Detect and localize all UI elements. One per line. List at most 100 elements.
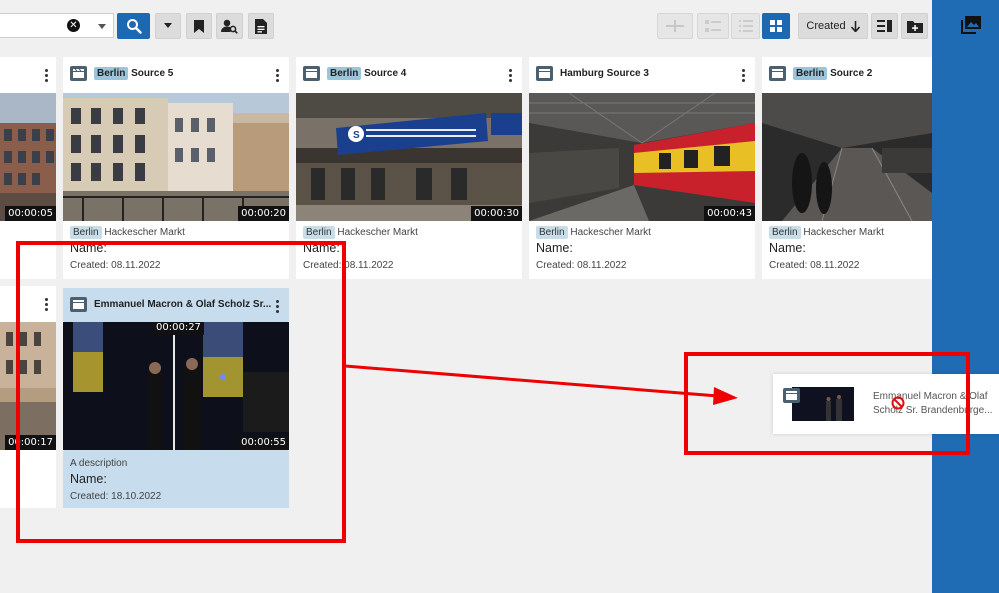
clapperboard-icon bbox=[536, 66, 553, 81]
duration-badge: 00:00:55 bbox=[238, 435, 289, 450]
duration-badge: 00:00:17 bbox=[5, 435, 56, 450]
clapperboard-icon bbox=[70, 66, 87, 81]
media-card[interactable]: 00:00:05 bbox=[0, 57, 56, 279]
scrub-marker-time: 00:00:27 bbox=[153, 322, 204, 335]
media-card[interactable]: 00:00:17 bbox=[0, 286, 56, 508]
name-label: Name: bbox=[303, 241, 340, 255]
detail-list-icon bbox=[705, 20, 721, 32]
video-thumbnail[interactable] bbox=[762, 93, 932, 221]
video-thumbnail[interactable]: 00:00:43 bbox=[529, 93, 755, 221]
media-card[interactable]: Berlin Source 2 Berlin Hackescher Markt … bbox=[762, 57, 932, 279]
arrow-down-icon bbox=[850, 20, 860, 32]
media-card[interactable]: Hamburg Source 3 00:00:43 Berlin Hackesc… bbox=[529, 57, 755, 279]
title-tag: Berlin bbox=[793, 67, 828, 80]
search-button[interactable] bbox=[117, 13, 150, 39]
sort-button[interactable]: Created bbox=[798, 13, 868, 39]
location-line: Berlin Hackescher Markt bbox=[536, 226, 651, 239]
location-line: Berlin Hackescher Markt bbox=[70, 226, 185, 239]
card-header: Berlin Source 2 bbox=[762, 57, 932, 93]
more-options-icon[interactable] bbox=[45, 69, 48, 84]
search-dropdown-icon[interactable] bbox=[98, 24, 106, 29]
street-building-thumbnail bbox=[0, 322, 56, 450]
user-search-button[interactable] bbox=[216, 13, 243, 39]
location-tag: Berlin bbox=[303, 226, 335, 239]
card-title: Emmanuel Macron & Olaf Scholz Sr... bbox=[94, 299, 272, 310]
annotation-arrow bbox=[344, 364, 719, 398]
search-input[interactable]: ✕ bbox=[0, 13, 114, 38]
title-tag: Berlin bbox=[94, 67, 129, 80]
user-search-icon bbox=[221, 19, 238, 34]
card-header: Hamburg Source 3 bbox=[529, 57, 755, 93]
card-title: Berlin Source 2 bbox=[793, 67, 872, 80]
right-sidebar bbox=[932, 0, 999, 593]
created-date: Created: 08.11.2022 bbox=[70, 260, 161, 271]
video-thumbnail[interactable]: 00:00:05 bbox=[0, 93, 56, 221]
video-thumbnail[interactable]: S 00:00:30 bbox=[296, 93, 522, 221]
media-card-selected[interactable]: Emmanuel Macron & Olaf Scholz Sr... 00:0… bbox=[63, 288, 289, 508]
list-view-button[interactable] bbox=[731, 13, 760, 39]
more-options-icon[interactable] bbox=[276, 69, 279, 84]
location-tag: Berlin bbox=[536, 226, 568, 239]
description: A description bbox=[70, 458, 128, 469]
duration-badge: 00:00:30 bbox=[471, 206, 522, 221]
train-thumbnail bbox=[529, 93, 755, 221]
timeline-view-button[interactable] bbox=[657, 13, 693, 39]
street-building-thumbnail bbox=[63, 93, 289, 221]
video-thumbnail[interactable]: 00:00:17 bbox=[0, 322, 56, 450]
annotation-arrowhead bbox=[713, 387, 738, 405]
search-options-button[interactable] bbox=[155, 13, 181, 39]
svg-text:S: S bbox=[353, 130, 360, 141]
name-label: Name: bbox=[70, 472, 107, 486]
video-thumbnail[interactable]: 00:00:27 00:00:55 bbox=[63, 322, 289, 450]
more-options-icon[interactable] bbox=[276, 300, 279, 315]
caret-down-icon bbox=[164, 23, 172, 28]
panel-layout-icon bbox=[877, 20, 892, 32]
duration-badge: 00:00:20 bbox=[238, 206, 289, 221]
more-options-icon[interactable] bbox=[509, 69, 512, 84]
media-card[interactable]: Berlin Source 5 00:00:20 Berlin Hackesch… bbox=[63, 57, 289, 279]
station-sign-thumbnail: S bbox=[296, 93, 522, 221]
document-button[interactable] bbox=[248, 13, 274, 39]
drag-thumbnail bbox=[792, 387, 854, 421]
name-label: Name: bbox=[70, 241, 107, 255]
panel-toggle-button[interactable] bbox=[871, 13, 898, 39]
clapperboard-icon bbox=[783, 388, 800, 403]
name-label: Name: bbox=[536, 241, 573, 255]
title-tag: Berlin bbox=[327, 67, 362, 80]
more-options-icon[interactable] bbox=[742, 69, 745, 84]
grid-view-button[interactable] bbox=[762, 13, 790, 39]
card-title: Berlin Source 5 bbox=[94, 67, 173, 80]
location-line: Berlin Hackescher Markt bbox=[303, 226, 418, 239]
clear-search-icon[interactable]: ✕ bbox=[67, 19, 80, 32]
video-thumbnail[interactable]: 00:00:20 bbox=[63, 93, 289, 221]
detail-list-view-button[interactable] bbox=[697, 13, 729, 39]
photo-library-icon bbox=[961, 16, 981, 34]
created-date: Created: 08.11.2022 bbox=[536, 260, 627, 271]
media-gallery-button[interactable] bbox=[961, 16, 981, 39]
card-header: Emmanuel Macron & Olaf Scholz Sr... bbox=[63, 288, 289, 324]
created-date: Created: 08.11.2022 bbox=[303, 260, 394, 271]
card-header: Berlin Source 5 bbox=[63, 57, 289, 93]
no-drop-cursor-icon bbox=[891, 396, 905, 415]
platform-thumbnail bbox=[762, 93, 932, 221]
street-building-thumbnail bbox=[0, 93, 56, 221]
created-date: Created: 08.11.2022 bbox=[769, 260, 860, 271]
created-date: Created: 18.10.2022 bbox=[70, 491, 162, 502]
duration-badge: 00:00:43 bbox=[704, 206, 755, 221]
name-label: Name: bbox=[769, 241, 806, 255]
card-header: Berlin Source 4 bbox=[296, 57, 522, 93]
card-header bbox=[0, 57, 56, 93]
card-header bbox=[0, 286, 56, 322]
grid-icon bbox=[770, 20, 782, 32]
duration-badge: 00:00:05 bbox=[5, 206, 56, 221]
location-tag: Berlin bbox=[70, 226, 102, 239]
new-folder-button[interactable] bbox=[901, 13, 928, 39]
bookmark-button[interactable] bbox=[186, 13, 212, 39]
more-options-icon[interactable] bbox=[45, 298, 48, 313]
location-line: Berlin Hackescher Markt bbox=[769, 226, 884, 239]
bookmark-icon bbox=[194, 19, 204, 33]
media-card[interactable]: Berlin Source 4 S 00:00:30 Berlin Hackes… bbox=[296, 57, 522, 279]
card-title: Berlin Source 4 bbox=[327, 67, 406, 80]
clapperboard-icon bbox=[769, 66, 786, 81]
timeline-icon bbox=[666, 20, 684, 32]
